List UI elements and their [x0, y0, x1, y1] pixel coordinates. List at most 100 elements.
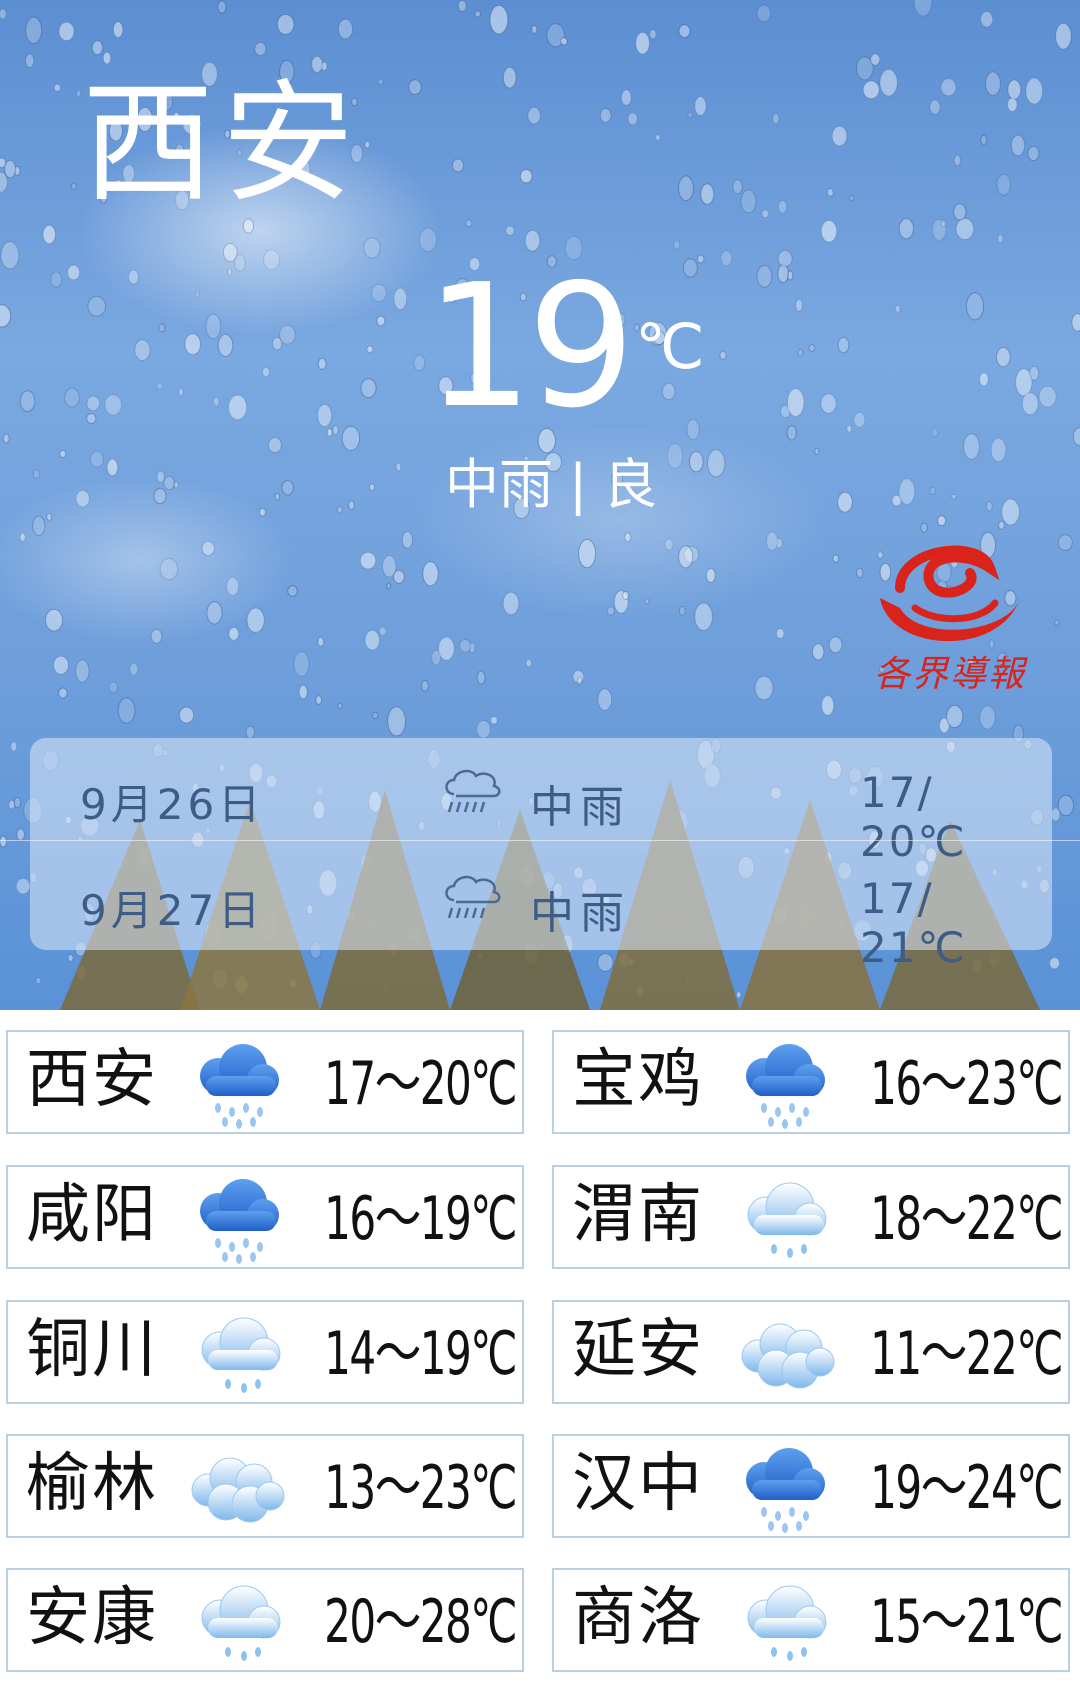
raindrop — [366, 345, 374, 354]
raindrop — [776, 628, 785, 639]
raindrop — [337, 702, 343, 710]
raindrop — [635, 32, 650, 55]
raindrop — [19, 532, 26, 542]
air-quality: 良 — [603, 453, 658, 516]
raindrop — [465, 219, 473, 228]
raindrop — [2, 433, 10, 444]
raindrop — [50, 271, 63, 288]
city-name: 延安 — [572, 1313, 704, 1387]
raindrop — [832, 554, 840, 563]
city-title: 西安 — [82, 67, 362, 221]
raindrop — [979, 705, 996, 730]
light-rain-icon — [201, 1317, 281, 1394]
raindrop — [696, 254, 705, 264]
raindrop — [32, 469, 41, 479]
raindrop — [929, 486, 937, 495]
raindrop — [217, 0, 227, 14]
raindrop — [67, 264, 81, 281]
raindrop — [953, 154, 962, 167]
raindrop — [24, 53, 35, 68]
raindrop — [413, 354, 426, 372]
raindrop — [102, 51, 112, 65]
light-rain-icon — [201, 1585, 281, 1662]
raindrop — [401, 531, 413, 549]
raindrop — [184, 333, 201, 356]
raindrop — [246, 607, 265, 633]
raindrop — [951, 493, 957, 500]
city-name: 安康 — [26, 1581, 158, 1655]
raindrop — [438, 636, 455, 661]
raindrop — [259, 507, 266, 517]
raindrop — [117, 697, 136, 724]
raindrop — [364, 629, 381, 651]
raindrop — [90, 450, 104, 468]
rain-cloud-outline-icon — [445, 875, 501, 919]
raindrop — [837, 491, 853, 513]
raindrop — [980, 134, 988, 146]
raindrop — [156, 382, 164, 391]
city-card: 铜川 14～19℃ — [6, 1300, 524, 1404]
raindrop — [624, 532, 632, 543]
raindrop — [682, 258, 698, 278]
raindrop — [931, 428, 939, 438]
condition-line: 中雨 | 良 — [445, 458, 657, 512]
raindrop — [91, 40, 104, 56]
raindrop — [332, 424, 339, 436]
raindrop — [502, 66, 517, 89]
raindrop — [898, 478, 916, 505]
raindrop — [150, 628, 163, 644]
city-card: 榆林 13～23℃ — [6, 1434, 524, 1538]
raindrop — [694, 96, 707, 116]
raindrop — [895, 304, 901, 313]
raindrop — [664, 538, 674, 551]
raindrop — [76, 89, 82, 98]
raindrop — [106, 458, 119, 477]
raindrop — [53, 83, 61, 92]
raindrop — [317, 357, 327, 370]
raindrop — [178, 388, 184, 396]
raindrop — [10, 741, 18, 752]
raindrop — [287, 585, 298, 597]
forecast-date: 9月26日 — [80, 780, 265, 829]
cloudy-icon — [741, 1323, 835, 1389]
raindrop — [502, 591, 520, 616]
raindrop — [837, 336, 850, 354]
raindrop — [64, 387, 80, 408]
raindrop — [606, 606, 615, 616]
raindrop — [201, 540, 215, 557]
raindrop — [75, 659, 90, 683]
raindrop — [808, 344, 816, 352]
raindrop — [979, 372, 989, 387]
raindrop — [797, 348, 804, 357]
raindrop — [108, 681, 119, 694]
raindrop — [814, 447, 820, 456]
city-temperature-range: 11～22℃ — [870, 1319, 1063, 1389]
raindrop — [826, 188, 834, 197]
raindrop — [777, 249, 793, 268]
raindrop — [228, 627, 240, 641]
raindrop — [42, 224, 57, 245]
raindrop — [226, 267, 233, 277]
raindrop — [378, 626, 387, 637]
raindrop — [828, 636, 843, 654]
raindrop — [377, 78, 384, 86]
raindrop — [226, 576, 240, 596]
city-name: 汉中 — [572, 1447, 704, 1521]
raindrop — [820, 220, 838, 243]
raindrop — [254, 41, 267, 57]
raindrop — [627, 112, 638, 126]
raindrop — [620, 89, 632, 106]
raindrop — [25, 16, 43, 44]
raindrop — [937, 515, 947, 527]
raindrop — [489, 4, 509, 35]
city-name: 铜川 — [26, 1313, 158, 1387]
raindrop — [158, 323, 166, 333]
raindrop — [1054, 619, 1060, 626]
raindrop — [996, 347, 1011, 368]
forecast-divider — [0, 840, 1080, 841]
raindrop — [490, 716, 498, 725]
raindrop — [963, 433, 980, 460]
raindrop — [519, 169, 533, 184]
raindrop — [1007, 97, 1018, 112]
light-rain-icon — [747, 1182, 827, 1259]
